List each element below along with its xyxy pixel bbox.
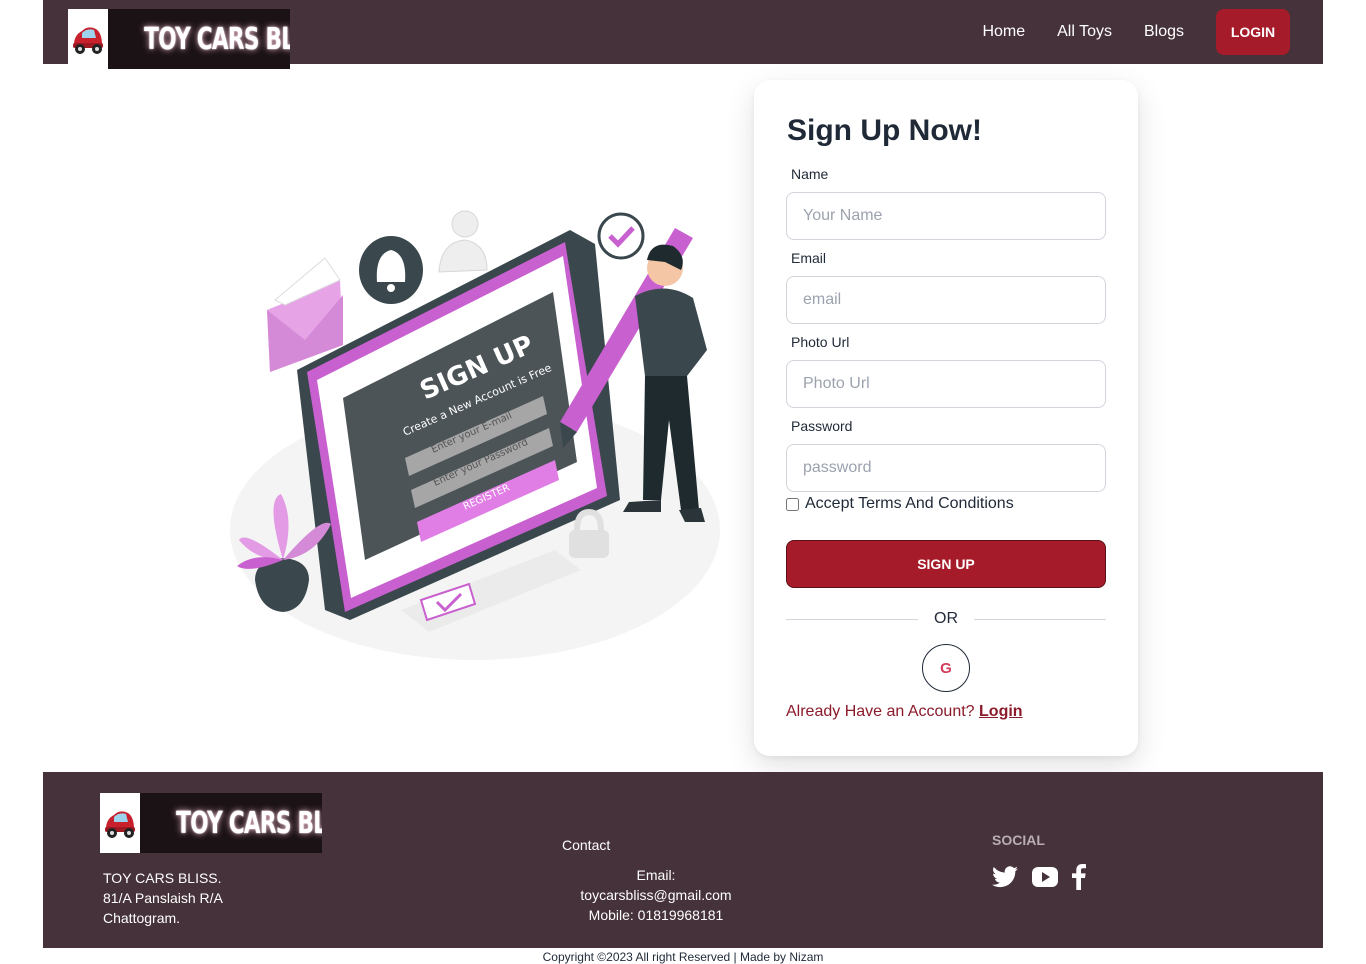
contact-info: Email: toycarsbliss@gmail.com Mobile: 01…: [562, 865, 750, 925]
check-bubble-icon: [597, 212, 645, 260]
contact-email: Email: toycarsbliss@gmail.com: [580, 867, 732, 903]
password-input[interactable]: [786, 444, 1106, 492]
brand-name: TOY CARS BLISS: [144, 21, 290, 57]
already-account-label: Already Have an Account?: [786, 703, 975, 720]
divider-line: [974, 618, 1106, 620]
already-account-text: Already Have an Account? Login: [786, 703, 1023, 721]
page-title: Sign Up Now!: [787, 114, 982, 147]
address-line: TOY CARS BLISS.: [103, 870, 222, 886]
nav-blogs[interactable]: Blogs: [1144, 23, 1184, 41]
google-icon: G: [940, 659, 952, 677]
site-header: TOY CARS BLISS Home All Toys Blogs LOGIN: [43, 0, 1323, 69]
signup-card: Sign Up Now! Name Email Photo Url Passwo…: [754, 80, 1138, 756]
twitter-icon[interactable]: [992, 866, 1018, 888]
photo-url-label: Photo Url: [791, 334, 850, 350]
or-label: OR: [934, 610, 958, 627]
user-icon: [438, 210, 488, 273]
address-line: Chattogram.: [103, 910, 181, 926]
terms-label: Accept Terms And Conditions: [805, 495, 1014, 512]
divider-line: [786, 618, 918, 620]
footer-logo[interactable]: TOY CARS BLISS: [100, 793, 322, 853]
name-label: Name: [791, 166, 829, 182]
login-link[interactable]: Login: [979, 703, 1023, 720]
copyright-text: Copyright ©2023 All right Reserved | Mad…: [542, 950, 824, 964]
google-signin-button[interactable]: G: [922, 644, 970, 692]
or-divider: OR: [786, 610, 1106, 628]
nav-all-toys[interactable]: All Toys: [1057, 23, 1112, 41]
signup-illustration: SIGN UP Create a New Account is Free Ent…: [225, 200, 745, 670]
terms-row[interactable]: Accept Terms And Conditions: [786, 495, 1014, 513]
name-input[interactable]: [786, 192, 1106, 240]
password-label: Password: [791, 418, 853, 434]
contact-mobile: Mobile: 01819968181: [588, 907, 724, 923]
social-title: SOCIAL: [992, 832, 1045, 848]
footer-address: TOY CARS BLISS. 81/A Panslaish R/A Chatt…: [103, 868, 223, 928]
footer-brand-name: TOY CARS BLISS: [176, 805, 322, 841]
email-input[interactable]: [786, 276, 1106, 324]
signup-button[interactable]: SIGN UP: [786, 540, 1106, 588]
terms-checkbox[interactable]: [786, 497, 799, 511]
car-icon: [100, 793, 140, 853]
address-line: 81/A Panslaish R/A: [103, 890, 223, 906]
header-login-button[interactable]: LOGIN: [1216, 9, 1290, 55]
bell-icon: [359, 236, 423, 304]
nav-home[interactable]: Home: [982, 23, 1025, 41]
photo-url-input[interactable]: [786, 360, 1106, 408]
social-links: [992, 864, 1100, 890]
site-footer: TOY CARS BLISS TOY CARS BLISS. 81/A Pans…: [43, 772, 1323, 948]
car-icon: [68, 9, 108, 69]
email-label: Email: [791, 250, 827, 266]
contact-title: Contact: [562, 837, 611, 853]
brand-logo[interactable]: TOY CARS BLISS: [68, 9, 290, 69]
facebook-icon[interactable]: [1072, 864, 1086, 890]
main-nav: Home All Toys Blogs LOGIN: [950, 9, 1290, 55]
youtube-icon[interactable]: [1032, 867, 1058, 887]
